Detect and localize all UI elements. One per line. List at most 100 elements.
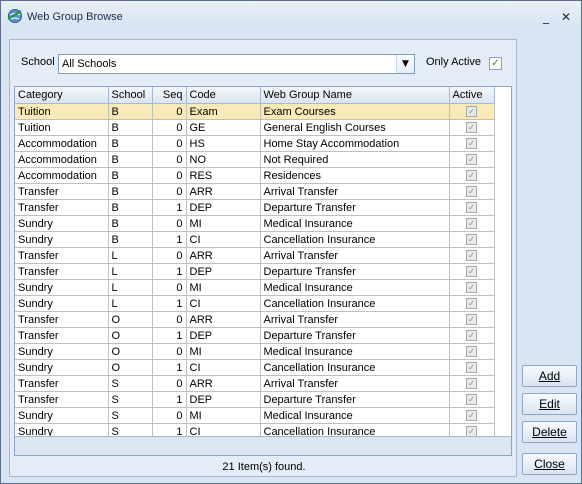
cell-code: DEP xyxy=(186,199,261,216)
cell-school: B xyxy=(108,167,153,184)
cell-web-group-name: Medical Insurance xyxy=(260,279,450,296)
table-row[interactable]: Sundry O 0 MI Medical Insurance ✓ xyxy=(15,343,495,360)
web-group-grid: Category School Seq Code Web Group Name … xyxy=(14,86,512,456)
cell-school: B xyxy=(108,199,153,216)
table-row[interactable]: Transfer S 0 ARR Arrival Transfer ✓ xyxy=(15,375,495,392)
cell-code: DEP xyxy=(186,327,261,344)
cell-code: CI xyxy=(186,295,261,312)
table-row[interactable]: Transfer O 0 ARR Arrival Transfer ✓ xyxy=(15,311,495,328)
table-row[interactable]: Transfer L 0 ARR Arrival Transfer ✓ xyxy=(15,247,495,264)
cell-web-group-name: Arrival Transfer xyxy=(260,247,450,264)
active-checkbox-icon: ✓ xyxy=(466,154,477,166)
cell-category: Sundry xyxy=(15,407,109,424)
delete-button[interactable]: Delete xyxy=(522,421,577,443)
cell-web-group-name: Cancellation Insurance xyxy=(260,359,450,376)
cell-seq: 0 xyxy=(152,119,187,136)
cell-web-group-name: Arrival Transfer xyxy=(260,375,450,392)
cell-web-group-name: Departure Transfer xyxy=(260,327,450,344)
cell-active: ✓ xyxy=(449,151,495,168)
add-button[interactable]: Add xyxy=(522,365,577,387)
table-row[interactable]: Transfer S 1 DEP Departure Transfer ✓ xyxy=(15,391,495,408)
table-row[interactable]: Accommodation B 0 RES Residences ✓ xyxy=(15,167,495,184)
cell-web-group-name: Exam Courses xyxy=(260,103,450,120)
table-row[interactable]: Transfer B 0 ARR Arrival Transfer ✓ xyxy=(15,183,495,200)
cell-seq: 0 xyxy=(152,375,187,392)
active-checkbox-icon: ✓ xyxy=(466,234,477,246)
column-header-active[interactable]: Active xyxy=(449,87,495,104)
cell-code: CI xyxy=(186,231,261,248)
chevron-down-icon[interactable]: ▼ xyxy=(396,55,414,73)
table-row[interactable]: Sundry S 0 MI Medical Insurance ✓ xyxy=(15,407,495,424)
cell-school: B xyxy=(108,103,153,120)
cell-school: L xyxy=(108,247,153,264)
close-button[interactable]: Close xyxy=(522,453,577,475)
school-dropdown[interactable]: All Schools ▼ xyxy=(58,54,415,74)
school-label: School xyxy=(21,56,55,68)
table-row[interactable]: Transfer B 1 DEP Departure Transfer ✓ xyxy=(15,199,495,216)
cell-active: ✓ xyxy=(449,247,495,264)
cell-seq: 1 xyxy=(152,295,187,312)
cell-web-group-name: Cancellation Insurance xyxy=(260,231,450,248)
cell-school: B xyxy=(108,183,153,200)
cell-category: Tuition xyxy=(15,103,109,120)
cell-active: ✓ xyxy=(449,407,495,424)
cell-seq: 0 xyxy=(152,151,187,168)
cell-seq: 1 xyxy=(152,391,187,408)
close-icon[interactable]: ✕ xyxy=(559,10,573,24)
table-row[interactable]: Tuition B 0 GE General English Courses ✓ xyxy=(15,119,495,136)
table-row[interactable]: Sundry O 1 CI Cancellation Insurance ✓ xyxy=(15,359,495,376)
column-header-school[interactable]: School xyxy=(108,87,153,104)
table-row[interactable]: Sundry B 0 MI Medical Insurance ✓ xyxy=(15,215,495,232)
column-header-web-group-name[interactable]: Web Group Name xyxy=(260,87,450,104)
cell-active: ✓ xyxy=(449,135,495,152)
cell-code: Exam xyxy=(186,103,261,120)
table-row[interactable]: Transfer L 1 DEP Departure Transfer ✓ xyxy=(15,263,495,280)
table-row[interactable]: Accommodation B 0 HS Home Stay Accommodation… xyxy=(15,135,495,152)
only-active-checkbox[interactable]: ✓ xyxy=(489,57,502,70)
cell-active: ✓ xyxy=(449,375,495,392)
grid-header-row: Category School Seq Code Web Group Name … xyxy=(15,87,495,104)
cell-school: O xyxy=(108,311,153,328)
cell-active: ✓ xyxy=(449,391,495,408)
cell-active: ✓ xyxy=(449,263,495,280)
cell-active: ✓ xyxy=(449,199,495,216)
cell-category: Transfer xyxy=(15,327,109,344)
cell-web-group-name: Departure Transfer xyxy=(260,391,450,408)
cell-web-group-name: Departure Transfer xyxy=(260,263,450,280)
cell-category: Sundry xyxy=(15,215,109,232)
table-row[interactable]: Transfer O 1 DEP Departure Transfer ✓ xyxy=(15,327,495,344)
table-row[interactable]: Accommodation B 0 NO Not Required ✓ xyxy=(15,151,495,168)
cell-school: L xyxy=(108,279,153,296)
cell-active: ✓ xyxy=(449,359,495,376)
cell-web-group-name: Home Stay Accommodation xyxy=(260,135,450,152)
cell-seq: 0 xyxy=(152,279,187,296)
cell-code: MI xyxy=(186,343,261,360)
column-header-category[interactable]: Category xyxy=(15,87,109,104)
active-checkbox-icon: ✓ xyxy=(466,314,477,326)
cell-code: RES xyxy=(186,167,261,184)
minimize-icon[interactable]: _ xyxy=(539,10,553,24)
title-bar[interactable]: Web Group Browse _ ✕ xyxy=(1,1,581,31)
cell-category: Transfer xyxy=(15,263,109,280)
cell-school: O xyxy=(108,359,153,376)
cell-seq: 1 xyxy=(152,263,187,280)
cell-seq: 0 xyxy=(152,311,187,328)
table-row[interactable]: Sundry B 1 CI Cancellation Insurance ✓ xyxy=(15,231,495,248)
cell-web-group-name: Not Required xyxy=(260,151,450,168)
cell-seq: 1 xyxy=(152,231,187,248)
status-text: 21 Item(s) found. xyxy=(222,461,306,473)
active-checkbox-icon: ✓ xyxy=(466,266,477,278)
cell-school: O xyxy=(108,343,153,360)
table-row[interactable]: Sundry L 1 CI Cancellation Insurance ✓ xyxy=(15,295,495,312)
active-checkbox-icon: ✓ xyxy=(466,250,477,262)
cell-code: HS xyxy=(186,135,261,152)
table-row[interactable]: Sundry L 0 MI Medical Insurance ✓ xyxy=(15,279,495,296)
column-header-code[interactable]: Code xyxy=(186,87,261,104)
cell-code: CI xyxy=(186,359,261,376)
cell-seq: 0 xyxy=(152,135,187,152)
edit-button[interactable]: Edit xyxy=(522,393,577,415)
cell-active: ✓ xyxy=(449,295,495,312)
table-row[interactable]: Tuition B 0 Exam Exam Courses ✓ xyxy=(15,103,495,120)
cell-active: ✓ xyxy=(449,343,495,360)
column-header-seq[interactable]: Seq xyxy=(152,87,187,104)
